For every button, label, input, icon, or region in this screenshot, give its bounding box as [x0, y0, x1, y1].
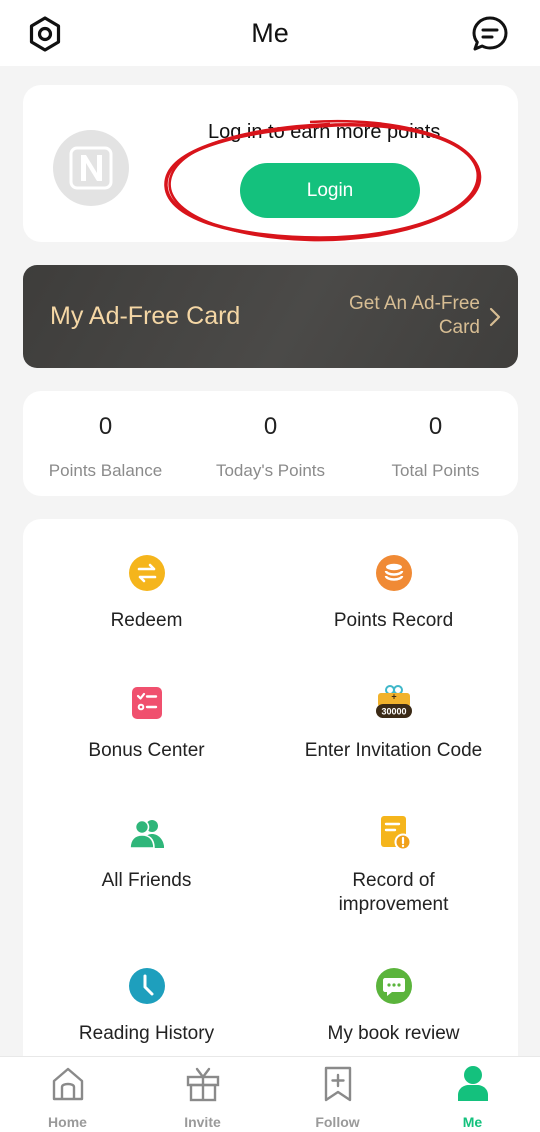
menu-item-label: Enter Invitation Code: [304, 740, 483, 761]
tab-follow[interactable]: Follow: [270, 1065, 405, 1130]
tab-label: Invite: [184, 1114, 221, 1130]
menu-item-invitation-code[interactable]: + 30000 Enter Invitation Code: [270, 684, 517, 763]
menu-item-label: Redeem: [110, 610, 183, 631]
menu-item-label: My book review: [327, 1023, 460, 1044]
ad-free-title: My Ad-Free Card: [50, 302, 241, 330]
menu-item-redeem[interactable]: Redeem: [23, 554, 270, 633]
total-points-value: 0: [428, 413, 443, 440]
menu-item-points-record[interactable]: Points Record: [270, 554, 517, 633]
n-logo-avatar: [69, 146, 113, 190]
tab-label: Me: [462, 1114, 483, 1130]
svg-text:+: +: [391, 692, 396, 702]
menu-item-label: Bonus Center: [88, 740, 205, 761]
points-balance[interactable]: 0 Points Balance: [23, 391, 188, 481]
tab-label: Home: [48, 1114, 87, 1130]
todays-points[interactable]: 0 Today's Points: [188, 391, 353, 481]
todays-points-label: Today's Points: [215, 461, 326, 480]
menu-item-all-friends[interactable]: All Friends: [23, 814, 270, 893]
clock-icon: [128, 968, 165, 1004]
svg-text:30000: 30000: [381, 707, 406, 717]
login-button[interactable]: Login: [240, 163, 420, 218]
top-bar: Me: [0, 0, 540, 66]
message-icon[interactable]: [471, 15, 509, 53]
coin-stack-icon: [375, 555, 412, 591]
person-icon: [457, 1066, 488, 1101]
menu-item-label: All Friends: [101, 870, 192, 891]
checklist-icon: [131, 687, 162, 719]
avatar[interactable]: [53, 130, 129, 206]
menu-grid: Redeem Points Record Bonus Center + 3000…: [23, 519, 518, 1079]
menu-item-record-of-improvement[interactable]: Record of improvement: [270, 814, 517, 917]
menu-item-bonus-center[interactable]: Bonus Center: [23, 684, 270, 763]
menu-item-book-review[interactable]: My book review: [270, 967, 517, 1046]
get-ad-free-link[interactable]: Get An Ad-Free Card: [310, 292, 480, 340]
login-card: Log in to earn more points Login: [23, 85, 518, 242]
points-balance-label: Points Balance: [48, 461, 163, 480]
document-warning-icon: [380, 816, 411, 851]
login-prompt: Log in to earn more points: [208, 121, 441, 143]
menu-item-label: Reading History: [78, 1023, 215, 1044]
tab-home[interactable]: Home: [0, 1065, 135, 1130]
points-balance-value: 0: [98, 413, 113, 440]
exchange-icon: [128, 555, 165, 591]
friends-icon: [128, 819, 164, 849]
bottom-tab-bar: Home Invite Follow Me: [0, 1056, 540, 1132]
todays-points-value: 0: [263, 413, 278, 440]
total-points-label: Total Points: [391, 461, 480, 480]
page-title: Me: [251, 18, 289, 48]
gift-icon: [186, 1067, 219, 1102]
menu-item-reading-history[interactable]: Reading History: [23, 967, 270, 1046]
menu-item-label: Points Record: [333, 610, 454, 631]
tab-me[interactable]: Me: [405, 1065, 540, 1130]
tab-invite[interactable]: Invite: [135, 1065, 270, 1130]
ad-free-card[interactable]: My Ad-Free Card Get An Ad-Free Card: [23, 265, 518, 368]
comment-icon: [375, 968, 412, 1004]
points-card: 0 Points Balance 0 Today's Points 0 Tota…: [23, 391, 518, 496]
chevron-right-icon: [489, 307, 501, 327]
home-icon: [52, 1067, 83, 1101]
total-points[interactable]: 0 Total Points: [353, 391, 518, 481]
menu-item-label: Record of improvement: [338, 870, 449, 915]
gift-30000-icon: + 30000: [375, 685, 412, 718]
tab-label: Follow: [315, 1114, 360, 1130]
bookmark-add-icon: [324, 1066, 351, 1102]
